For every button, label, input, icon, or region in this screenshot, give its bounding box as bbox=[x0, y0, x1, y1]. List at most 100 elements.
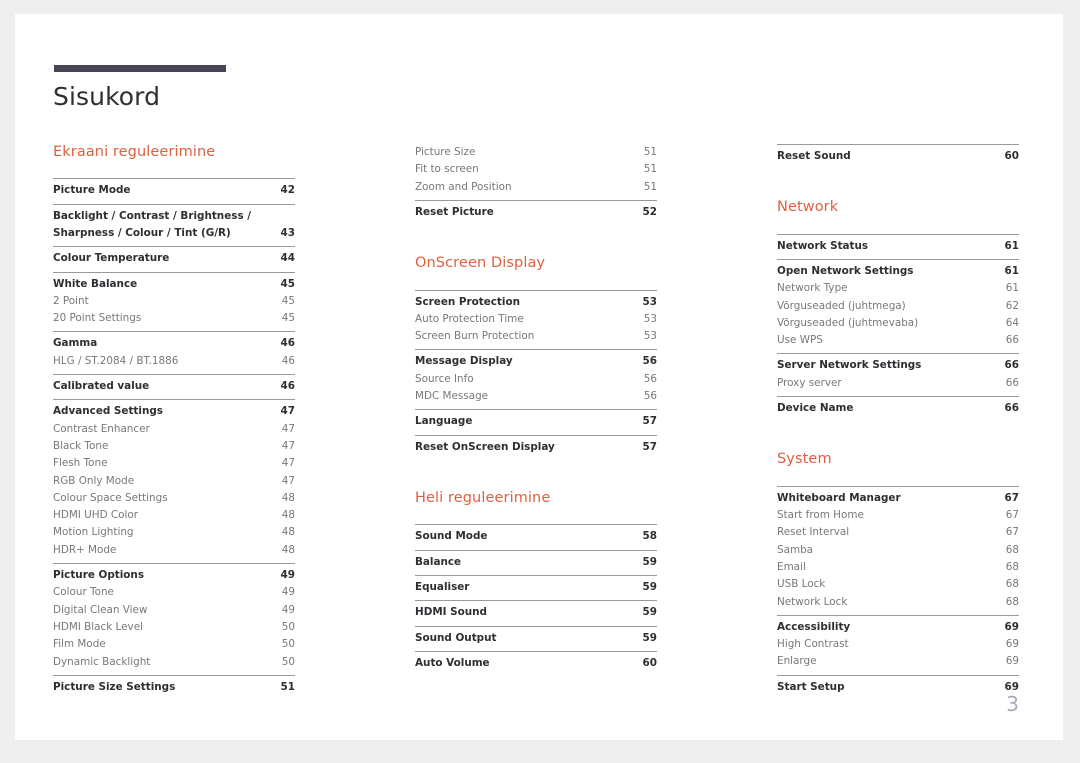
toc-subentry[interactable]: Contrast Enhancer 47 bbox=[53, 421, 295, 438]
toc-entry[interactable]: Start Setup 69 bbox=[777, 679, 1019, 696]
toc-entry-page: 66 bbox=[1004, 402, 1019, 415]
toc-entry[interactable]: Whiteboard Manager 67 bbox=[777, 490, 1019, 507]
toc-subentry[interactable]: Network Type 61 bbox=[777, 280, 1019, 297]
toc-entry[interactable]: Picture Size Settings 51 bbox=[53, 679, 295, 696]
toc-group: Screen Protection 53 Auto Protection Time 5… bbox=[415, 289, 657, 350]
toc-entry[interactable]: Picture Mode 42 bbox=[53, 182, 295, 199]
toc-subentry[interactable]: Võrguseaded (juhtmega) 62 bbox=[777, 298, 1019, 315]
column-1: Ekraani reguleerimine Picture Mode 42 Backl… bbox=[53, 144, 295, 700]
toc-entry-page: 59 bbox=[642, 631, 657, 644]
toc-subentry[interactable]: Proxy server 66 bbox=[777, 375, 1019, 392]
toc-subentry[interactable]: Võrguseaded (juhtmevaba) 64 bbox=[777, 315, 1019, 332]
toc-entry[interactable]: HDMI Sound 59 bbox=[415, 604, 657, 621]
toc-subentry[interactable]: HDMI UHD Color 48 bbox=[53, 507, 295, 524]
column-2: Picture Size 51 Fit to screen 51 Zoom and Po… bbox=[415, 144, 657, 700]
toc-entry-label: Screen Protection bbox=[415, 295, 520, 308]
toc-entry-page: 64 bbox=[1005, 316, 1019, 329]
toc-group: HDMI Sound 59 bbox=[415, 600, 657, 625]
toc-entry-page: 53 bbox=[643, 330, 657, 343]
toc-subentry[interactable]: Colour Space Settings 48 bbox=[53, 490, 295, 507]
toc-entry[interactable]: Auto Volume 60 bbox=[415, 655, 657, 672]
toc-subentry[interactable]: Use WPS 66 bbox=[777, 332, 1019, 349]
toc-entry[interactable]: Calibrated value 46 bbox=[53, 378, 295, 395]
toc-subentry[interactable]: Dynamic Backlight 50 bbox=[53, 654, 295, 671]
toc-subentry[interactable]: Start from Home 67 bbox=[777, 507, 1019, 524]
toc-entry[interactable]: Network Status 61 bbox=[777, 238, 1019, 255]
toc-entry[interactable]: Backlight / Contrast / Brightness / Shar… bbox=[53, 208, 295, 243]
toc-entry-label: Balance bbox=[415, 555, 462, 568]
toc-subentry[interactable]: Reset Interval 67 bbox=[777, 524, 1019, 541]
toc-subentry[interactable]: MDC Message 56 bbox=[415, 388, 657, 405]
toc-group: Open Network Settings 61 Network Type 61 Võr… bbox=[777, 258, 1019, 353]
toc-entry[interactable]: Screen Protection 53 bbox=[415, 294, 657, 311]
toc-subentry[interactable]: Email 68 bbox=[777, 559, 1019, 576]
toc-subentry[interactable]: Flesh Tone 47 bbox=[53, 455, 295, 472]
toc-subentry[interactable]: High Contrast 69 bbox=[777, 636, 1019, 653]
toc-entry-label: Auto Protection Time bbox=[415, 312, 524, 325]
toc-entry-label: Zoom and Position bbox=[415, 180, 512, 193]
toc-subentry[interactable]: HLG / ST.2084 / BT.1886 46 bbox=[53, 353, 295, 370]
toc-subentry[interactable]: Source Info 56 bbox=[415, 371, 657, 388]
toc-entry[interactable]: Open Network Settings 61 bbox=[777, 263, 1019, 280]
toc-entry[interactable]: Reset OnScreen Display 57 bbox=[415, 439, 657, 456]
toc-entry-label: MDC Message bbox=[415, 390, 489, 403]
toc-entry-page: 67 bbox=[1004, 491, 1019, 504]
toc-subentry[interactable]: Network Lock 68 bbox=[777, 594, 1019, 611]
toc-subentry[interactable]: Colour Tone 49 bbox=[53, 584, 295, 601]
toc-entry[interactable]: Sound Mode 58 bbox=[415, 528, 657, 545]
toc-entry-page: 60 bbox=[642, 656, 657, 669]
toc-subentry[interactable]: Black Tone 47 bbox=[53, 438, 295, 455]
toc-entry[interactable]: Gamma 46 bbox=[53, 335, 295, 352]
toc-group: Colour Temperature 44 bbox=[53, 246, 295, 271]
toc-entry-label: Film Mode bbox=[53, 638, 106, 651]
toc-group: Reset Sound 60 bbox=[777, 144, 1019, 169]
toc-subentry[interactable]: Picture Size 51 bbox=[415, 144, 657, 161]
toc-entry-page: 45 bbox=[281, 294, 295, 307]
toc-entry-page: 42 bbox=[280, 184, 295, 197]
toc-entry-page: 51 bbox=[643, 180, 657, 193]
toc-entry[interactable]: Balance 59 bbox=[415, 554, 657, 571]
toc-subentry[interactable]: 2 Point 45 bbox=[53, 293, 295, 310]
toc-entry[interactable]: Device Name 66 bbox=[777, 400, 1019, 417]
toc-subentry[interactable]: Zoom and Position 51 bbox=[415, 179, 657, 196]
toc-entry-page: 66 bbox=[1004, 359, 1019, 372]
toc-entry-label: Screen Burn Protection bbox=[415, 330, 535, 343]
toc-entry[interactable]: White Balance 45 bbox=[53, 276, 295, 293]
toc-entry[interactable]: Message Display 56 bbox=[415, 353, 657, 370]
toc-subentry[interactable]: USB Lock 68 bbox=[777, 576, 1019, 593]
toc-subentry[interactable]: Digital Clean View 49 bbox=[53, 602, 295, 619]
toc-subentry[interactable]: Auto Protection Time 53 bbox=[415, 311, 657, 328]
toc-entry-page: 59 bbox=[642, 580, 657, 593]
toc-entry[interactable]: Accessibility 69 bbox=[777, 619, 1019, 636]
toc-entry[interactable]: Colour Temperature 44 bbox=[53, 250, 295, 267]
toc-subentry[interactable]: Screen Burn Protection 53 bbox=[415, 328, 657, 345]
toc-entry-page: 48 bbox=[281, 543, 295, 556]
toc-entry[interactable]: Equaliser 59 bbox=[415, 579, 657, 596]
toc-entry[interactable]: Language 57 bbox=[415, 413, 657, 430]
toc-subentry[interactable]: Fit to screen 51 bbox=[415, 161, 657, 178]
toc-subentry[interactable]: Film Mode 50 bbox=[53, 636, 295, 653]
toc-entry[interactable]: Picture Options 49 bbox=[53, 567, 295, 584]
toc-entry[interactable]: Sound Output 59 bbox=[415, 630, 657, 647]
toc-entry-page: 51 bbox=[280, 680, 295, 693]
toc-entry-page: 68 bbox=[1005, 578, 1019, 591]
toc-entry[interactable]: Reset Picture 52 bbox=[415, 204, 657, 221]
toc-entry[interactable]: Advanced Settings 47 bbox=[53, 403, 295, 420]
toc-entry-label: Colour Tone bbox=[53, 586, 114, 599]
heading-gap bbox=[415, 507, 657, 524]
toc-entry-page: 47 bbox=[281, 474, 295, 487]
toc-entry-page: 47 bbox=[281, 457, 295, 470]
toc-entry[interactable]: Reset Sound 60 bbox=[777, 148, 1019, 165]
toc-subentry[interactable]: Motion Lighting 48 bbox=[53, 524, 295, 541]
toc-subentry[interactable]: RGB Only Mode 47 bbox=[53, 473, 295, 490]
toc-entry[interactable]: Server Network Settings 66 bbox=[777, 357, 1019, 374]
toc-entry-page: 68 bbox=[1005, 560, 1019, 573]
toc-group: Picture Options 49 Colour Tone 49 Digital Cl… bbox=[53, 563, 295, 675]
toc-subentry[interactable]: HDMI Black Level 50 bbox=[53, 619, 295, 636]
toc-subentry[interactable]: 20 Point Settings 45 bbox=[53, 310, 295, 327]
toc-entry-label: Backlight / Contrast / Brightness / Shar… bbox=[53, 209, 252, 239]
toc-subentry[interactable]: Enlarge 69 bbox=[777, 653, 1019, 670]
toc-subentry[interactable]: Samba 68 bbox=[777, 542, 1019, 559]
toc-subentry[interactable]: HDR+ Mode 48 bbox=[53, 542, 295, 559]
toc-group: Picture Size 51 Fit to screen 51 Zoom and Po… bbox=[415, 144, 657, 200]
